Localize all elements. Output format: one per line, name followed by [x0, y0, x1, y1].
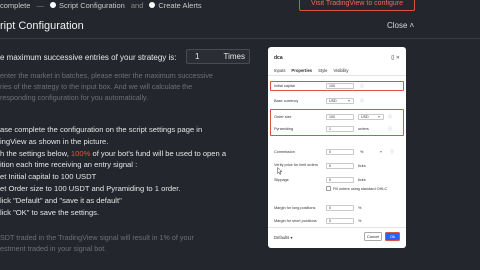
- description-line: ries of the strategy to the input box. A…: [0, 82, 193, 91]
- chevron-up-icon: ˄: [409, 21, 415, 30]
- pyramiding-unit: orders: [358, 127, 369, 131]
- info-icon: ⓘ: [360, 83, 364, 88]
- info-icon: ⓘ: [360, 98, 364, 103]
- dialog-cancel-button: Cancel: [364, 232, 382, 241]
- step-separator: and: [130, 0, 144, 10]
- instruction-step: lick "OK" to save the settings.: [0, 207, 100, 217]
- section-title: ript Configuration: [0, 20, 84, 32]
- margin-short-label: Margin for short positions: [274, 219, 317, 223]
- description-line: enter the market in batches, please ente…: [0, 71, 213, 80]
- margin-long-field: 0: [326, 205, 354, 211]
- script-settings-dialog: dca {} ✕ Inputs Properties Style Visibil…: [268, 47, 406, 248]
- instruction-line: ition each time receiving an entry signa…: [0, 160, 138, 170]
- fill-orders-label: Fill orders using standard OHLC: [333, 187, 388, 191]
- close-section-button[interactable]: Close ˄: [387, 21, 414, 30]
- visit-tradingview-button[interactable]: Visit TradingView to configure: [299, 0, 415, 11]
- configuration-instructions: ase complete the configuration on the sc…: [0, 124, 270, 218]
- entries-description: enter the market in batches, please ente…: [0, 70, 232, 103]
- margin-short-unit: %: [358, 219, 362, 223]
- step-complete: complete: [0, 1, 30, 10]
- step-label: Create Alerts: [158, 0, 202, 10]
- defaults-dropdown: Defaults ▾: [274, 235, 293, 240]
- max-entries-value: 1: [195, 52, 200, 61]
- margin-long-label: Margin for long positions: [274, 206, 316, 210]
- footnote-line: estment traded in your signal bot.: [0, 244, 107, 253]
- step-separator: —: [36, 0, 44, 10]
- chevron-down-icon: ▾: [348, 98, 351, 103]
- max-entries-label: e maximum successive entries of your str…: [0, 53, 177, 62]
- instruction-step: et Order size to 100 USDT and Pyramiding…: [0, 183, 181, 193]
- order-size-field: 100: [326, 114, 354, 120]
- info-icon: ⓘ: [388, 126, 392, 131]
- commission-label: Commission: [274, 150, 295, 154]
- order-size-label: Order size: [274, 115, 292, 119]
- dialog-ok-button: Ok: [385, 232, 400, 241]
- initial-capital-label: Initial capital: [274, 84, 295, 88]
- instruction-step: et Initial capital to 100 USDT: [0, 172, 97, 182]
- step-script-configuration: Script Configuration: [49, 0, 125, 10]
- margin-short-field: 0: [326, 218, 354, 224]
- info-icon: ⓘ: [388, 114, 392, 119]
- step-dot-icon: [149, 2, 156, 8]
- commission-unit: %: [360, 150, 364, 154]
- max-entries-unit: Times: [223, 52, 245, 61]
- slippage-unit: ticks: [358, 178, 366, 182]
- margin-long-unit: %: [358, 206, 362, 210]
- pyramiding-field: 1: [326, 126, 354, 132]
- section-divider: [0, 38, 480, 39]
- footnote-line: SDT traded in the TradingView signal wil…: [0, 233, 194, 242]
- step-label: complete: [0, 0, 31, 10]
- instruction-line: ingView as shown in the picture.: [0, 136, 109, 146]
- slippage-label: Slippage: [274, 178, 289, 182]
- dialog-close-icon: {} ✕: [391, 55, 400, 61]
- chevron-down-icon: ▾: [380, 149, 383, 154]
- mouse-cursor-icon: [277, 167, 282, 175]
- verify-price-unit: ticks: [358, 164, 366, 168]
- chevron-down-icon: ▾: [290, 235, 293, 240]
- instruction-line: h the settings below, 100% of your bot's…: [0, 148, 227, 158]
- info-icon: ⓘ: [390, 149, 394, 154]
- close-label: Close: [387, 21, 408, 30]
- tab-divider: [268, 75, 406, 76]
- max-entries-input[interactable]: 1 Times: [186, 49, 250, 64]
- order-size-unit-select: USD: [358, 114, 384, 120]
- pyramiding-label: Pyramiding: [274, 127, 293, 131]
- dialog-footer-divider: [268, 227, 406, 228]
- progress-steps: complete — Script Configuration and Crea…: [0, 0, 290, 10]
- instruction-line: ase complete the configuration on the sc…: [0, 125, 203, 134]
- description-line: responding configuration for you automat…: [0, 93, 149, 102]
- dialog-title: dca: [274, 55, 283, 61]
- initial-capital-field: 100: [326, 83, 354, 89]
- footnote: SDT traded in the TradingView signal wil…: [0, 232, 268, 254]
- chevron-down-icon: ▾: [378, 114, 381, 119]
- verify-price-field: 0: [326, 163, 354, 169]
- slippage-field: 0: [326, 177, 354, 183]
- step-label: Script Configuration: [58, 0, 125, 10]
- commission-field: 0: [326, 149, 354, 155]
- step-dot-icon: [49, 2, 56, 8]
- instruction-step: lick "Default" and "save it as default": [0, 195, 122, 205]
- fill-orders-checkbox: [326, 186, 331, 191]
- base-currency-label: Base currency: [274, 99, 299, 103]
- step-create-alerts: Create Alerts: [149, 0, 202, 10]
- highlight-percentage: 100%: [70, 148, 91, 158]
